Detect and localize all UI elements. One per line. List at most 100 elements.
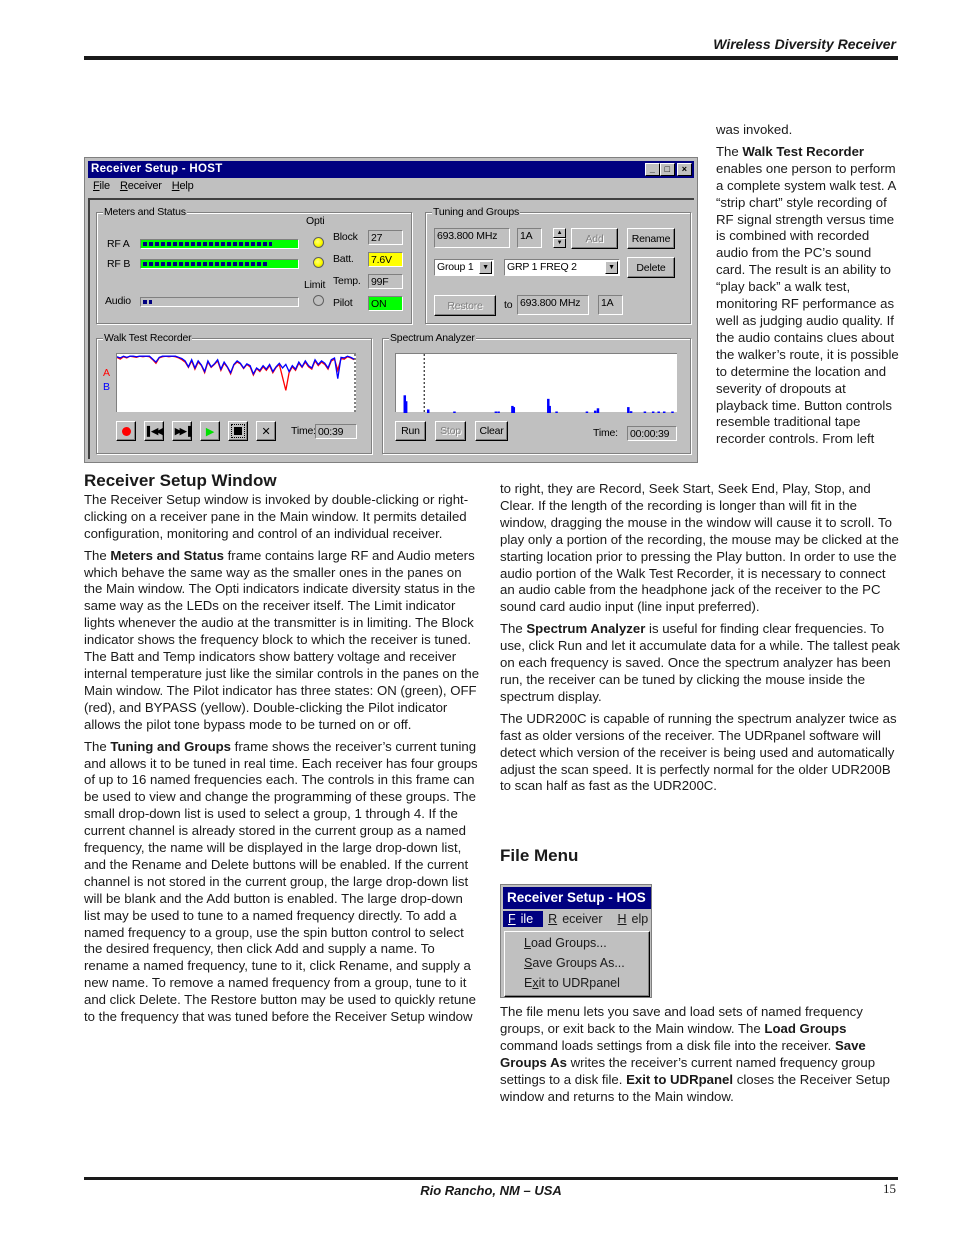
restore-channel: 1A	[598, 295, 623, 315]
time-label: Time:	[593, 427, 618, 439]
window-menubar: File Receiver Help	[93, 180, 194, 192]
file-menu-text: The file menu lets you save and load set…	[500, 1004, 900, 1110]
named-frequency-select[interactable]: GRP 1 FREQ 2 ▼	[504, 259, 620, 276]
record-icon	[121, 426, 131, 436]
audio-label: Audio	[105, 295, 131, 307]
window-title: Receiver Setup - HOST	[91, 163, 223, 175]
chevron-down-icon[interactable]: ▼	[479, 261, 492, 274]
file-menu-figure: Receiver Setup - HOS File Receiver Help …	[500, 884, 652, 998]
frame-label: Walk Test Recorder	[103, 332, 193, 344]
temp-label: Temp.	[333, 275, 361, 287]
rf-b-meter	[140, 259, 299, 269]
spectrum-peak-bar	[643, 411, 647, 413]
run-button[interactable]: Run	[395, 421, 426, 441]
clear-spectrum-button[interactable]: Clear	[475, 421, 508, 441]
pilot-label[interactable]: Pilot	[333, 297, 353, 309]
play-icon: ▶	[205, 425, 215, 438]
batt-value: 7.6V	[368, 252, 403, 267]
spectrum-peak-bar	[662, 411, 666, 413]
rf-b-label: RF B	[107, 258, 131, 270]
spectrum-analyzer-frame: Spectrum Analyzer Run Stop Clear Time: 0…	[382, 332, 691, 454]
stop-button[interactable]	[228, 421, 248, 441]
spectrum-peak-bar	[671, 411, 674, 413]
menu-help[interactable]: Help	[172, 180, 194, 192]
spectrum-peak-bar	[629, 411, 633, 413]
menu-file[interactable]: File	[503, 911, 544, 927]
stop-scan-button[interactable]: Stop	[435, 421, 466, 441]
restore-frequency: 693.800 MHz	[517, 295, 589, 315]
file-menu-paragraph: The file menu lets you save and load set…	[500, 1004, 890, 1104]
rf-a-label: RF A	[107, 238, 130, 250]
walk-test-continued: to right, they are Record, Seek Start, S…	[500, 481, 899, 615]
menu-file[interactable]: File	[93, 180, 110, 192]
pilot-indicator[interactable]: ON	[368, 296, 403, 311]
right-column-lower: to right, they are Record, Seek Start, S…	[500, 481, 900, 800]
right-column-top: was invoked. The Walk Test Recorder enab…	[716, 122, 900, 453]
spin-up-icon[interactable]: ▲	[553, 228, 566, 238]
spectrum-peak-bar	[548, 405, 551, 413]
spectrum-peak-bar	[596, 408, 600, 413]
spectrum-peak-bar	[627, 407, 630, 413]
block-label: Block	[333, 231, 358, 243]
spectrum-peak-bar	[426, 409, 430, 413]
group-select[interactable]: Group 1 ▼	[434, 259, 494, 276]
footer-location: Rio Rancho, NM – USA	[420, 1183, 562, 1198]
channel-display: 1A	[517, 228, 542, 248]
spectrum-peak-bar	[404, 401, 408, 413]
header-rule	[84, 56, 898, 60]
frame-label: Spectrum Analyzer	[389, 332, 476, 344]
continued-text: was invoked.	[716, 122, 793, 137]
frequency-display: 693.800 MHz	[434, 228, 510, 248]
legend-a: A	[103, 367, 110, 379]
receiver-setup-window-figure: Receiver Setup - HOST _ □ × File Receive…	[84, 157, 698, 463]
limit-led	[313, 295, 324, 306]
menu-receiver[interactable]: Receiver	[120, 180, 162, 192]
trace-b-line	[116, 355, 355, 379]
spectrum-peak-bar	[585, 411, 589, 413]
opti-b-led	[313, 257, 324, 268]
udr-paragraph: The UDR200C is capable of running the sp…	[500, 710, 897, 794]
delete-button[interactable]: Delete	[627, 257, 675, 278]
seek-end-button[interactable]: ▶▶▐	[172, 421, 192, 441]
chevron-down-icon[interactable]: ▼	[605, 261, 618, 274]
close-button[interactable]: ×	[677, 163, 692, 176]
spin-down-icon[interactable]: ▼	[553, 238, 566, 248]
spectrum-peak-bar	[651, 411, 655, 413]
walk-test-traces	[116, 354, 356, 413]
meters-paragraph: The Meters and Status frame contains lar…	[84, 547, 480, 732]
walk-test-plot[interactable]	[116, 353, 356, 413]
rename-button[interactable]: Rename	[627, 228, 675, 249]
rf-b-meter-level	[143, 262, 268, 266]
seek-start-button[interactable]: ▌◀◀	[144, 421, 164, 441]
tuning-groups-frame: Tuning and Groups 693.800 MHz 1A ▲ ▼ Add…	[425, 206, 691, 324]
play-button[interactable]: ▶	[200, 421, 220, 441]
record-button[interactable]	[116, 421, 136, 441]
menu-receiver[interactable]: Receiver	[543, 911, 612, 927]
menu-item-save-groups-as[interactable]: Save Groups As...	[505, 955, 649, 975]
menu-item-exit-to-udrpanel[interactable]: Exit to UDRpanel	[505, 975, 649, 995]
running-header-title: Wireless Diversity Receiver	[713, 36, 896, 52]
restore-button[interactable]: Restore	[434, 295, 496, 316]
section-heading-receiver-setup: Receiver Setup Window	[84, 471, 277, 490]
window-client-area: Meters and Status Opti RF A RF B Limit A…	[88, 198, 694, 459]
walk-test-paragraph: The Walk Test Recorder enables one perso…	[716, 143, 899, 447]
opti-a-led	[313, 237, 324, 248]
frequency-spinner[interactable]: ▲ ▼	[553, 228, 566, 248]
clear-x-icon: ✕	[261, 425, 271, 438]
audio-meter-level	[143, 300, 153, 304]
minimize-button[interactable]: _	[645, 163, 660, 176]
to-label: to	[504, 299, 513, 311]
footer-rule	[84, 1177, 898, 1180]
add-button[interactable]: Add	[571, 228, 618, 249]
clear-button[interactable]: ✕	[256, 421, 276, 441]
file-menu-window-title: Receiver Setup - HOS	[503, 887, 651, 909]
menu-help[interactable]: Help	[612, 911, 651, 927]
menu-item-load-groups[interactable]: Load Groups...	[505, 935, 649, 955]
legend-b: B	[103, 381, 110, 393]
window-titlebar: Receiver Setup - HOST _ □ ×	[88, 161, 694, 178]
maximize-button[interactable]: □	[660, 163, 675, 176]
trace-a-line	[116, 355, 355, 391]
spectrum-plot[interactable]	[395, 353, 677, 413]
spectrum-peak-bar	[657, 411, 660, 413]
frame-label: Tuning and Groups	[432, 206, 521, 218]
